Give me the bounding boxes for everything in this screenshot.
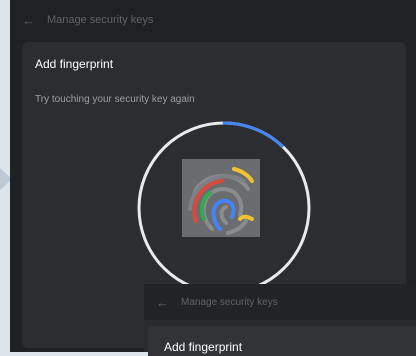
titlebar: ← Manage security keys xyxy=(10,0,416,40)
window-title: Manage security keys xyxy=(47,14,154,26)
dialog-title: Add fingerprint xyxy=(35,57,114,71)
security-keys-window-front: ← Manage security keys Add fingerprint xyxy=(144,284,416,356)
front-window-title: Manage security keys xyxy=(181,296,278,308)
dialog-message: Try touching your security key again xyxy=(35,94,195,105)
front-back-arrow-icon[interactable]: ← xyxy=(156,295,169,310)
fingerprint-icon xyxy=(182,159,260,237)
front-titlebar: ← Manage security keys xyxy=(144,284,416,320)
back-arrow-icon[interactable]: ← xyxy=(22,13,35,28)
